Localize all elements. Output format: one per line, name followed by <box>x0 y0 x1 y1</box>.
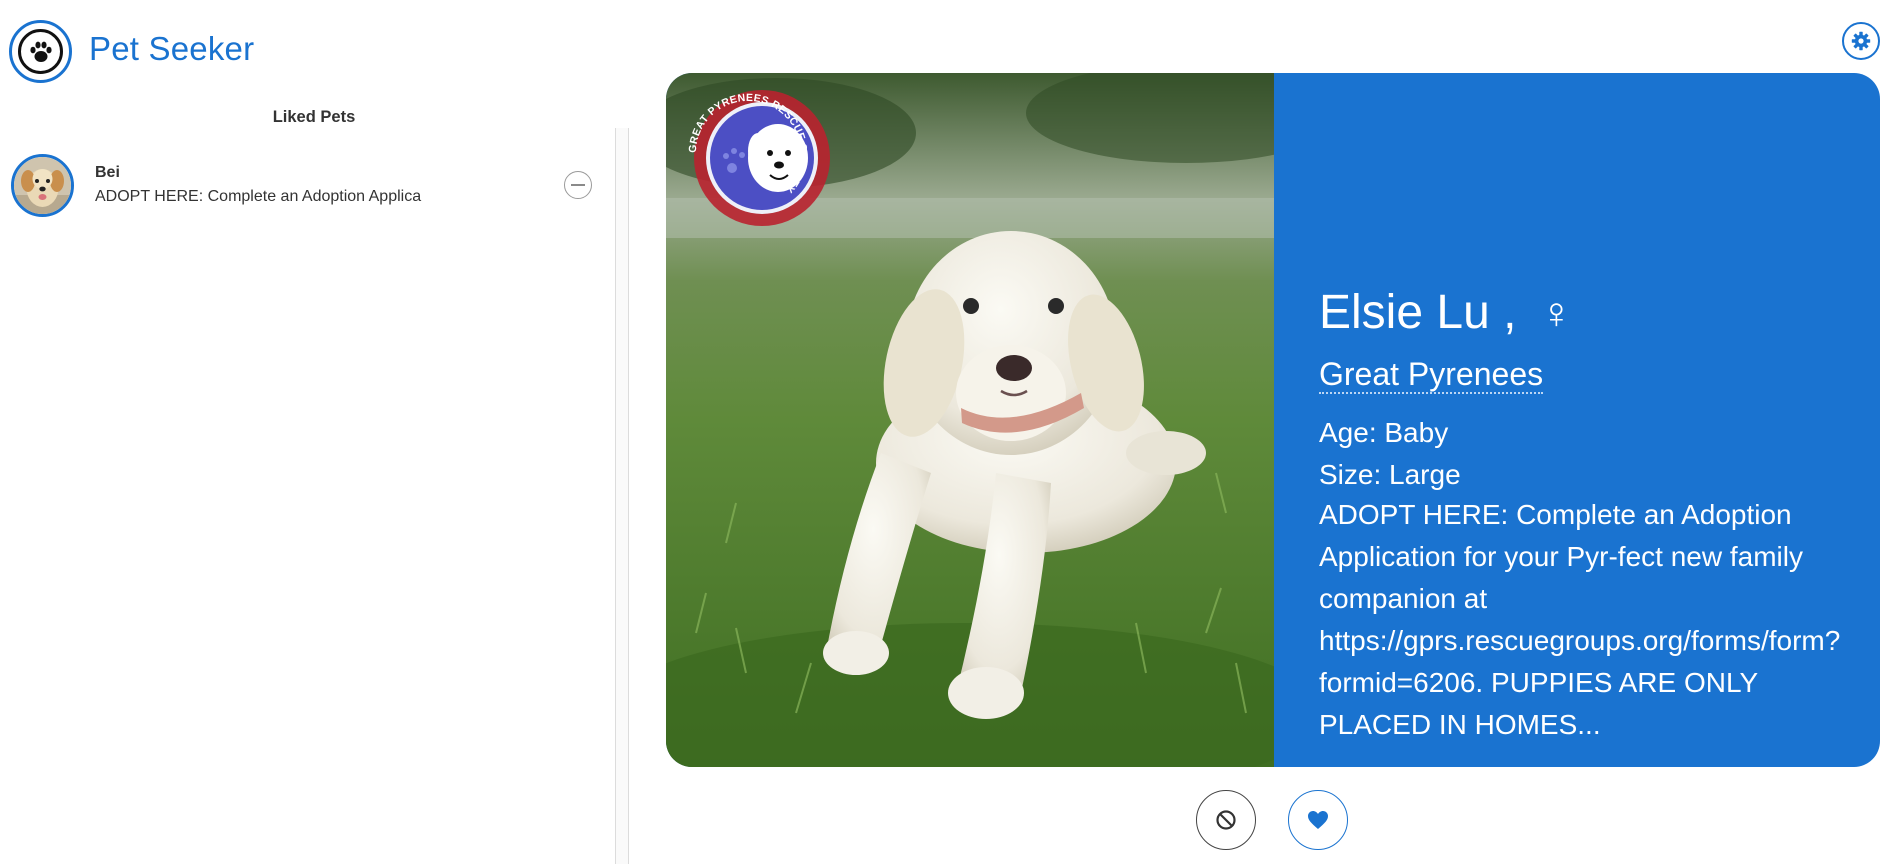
pet-size: Size: Large <box>1319 459 1461 490</box>
ban-icon <box>1216 810 1236 830</box>
remove-liked-pet-button[interactable] <box>564 171 592 199</box>
female-icon: ♀ <box>1539 289 1573 338</box>
app-logo <box>9 20 72 83</box>
pet-name-text: Elsie Lu , <box>1319 286 1517 339</box>
liked-pet-name: Bei <box>95 164 120 181</box>
pet-description: ADOPT HERE: Complete an Adoption Applica… <box>1319 499 1841 740</box>
minus-circle-icon <box>571 184 585 186</box>
app-title: Pet Seeker <box>89 30 255 67</box>
pet-avatar <box>11 154 74 217</box>
pet-breed-link[interactable]: Great Pyrenees <box>1319 357 1544 394</box>
heart-icon <box>1308 811 1328 829</box>
settings-button[interactable] <box>1842 22 1880 60</box>
liked-pet-item[interactable]: Bei ADOPT HERE: Complete an Adoption App… <box>0 150 615 220</box>
pass-button[interactable] <box>1196 790 1256 850</box>
liked-pets-heading: Liked Pets <box>272 108 356 126</box>
pet-age: Age: Baby <box>1319 417 1449 448</box>
liked-pet-description: ADOPT HERE: Complete an Adoption Applica <box>95 188 422 205</box>
pet-card: GREAT PYRENEES RESCUE SOCIETY Elsie Lu ,… <box>666 73 1880 767</box>
like-button[interactable] <box>1288 790 1348 850</box>
gear-icon <box>1851 31 1871 51</box>
pet-name: Elsie Lu , ♀ <box>1319 285 1573 340</box>
paw-icon <box>29 41 52 62</box>
pet-photo: GREAT PYRENEES RESCUE SOCIETY <box>666 73 1346 767</box>
sidebar-divider <box>615 128 629 864</box>
